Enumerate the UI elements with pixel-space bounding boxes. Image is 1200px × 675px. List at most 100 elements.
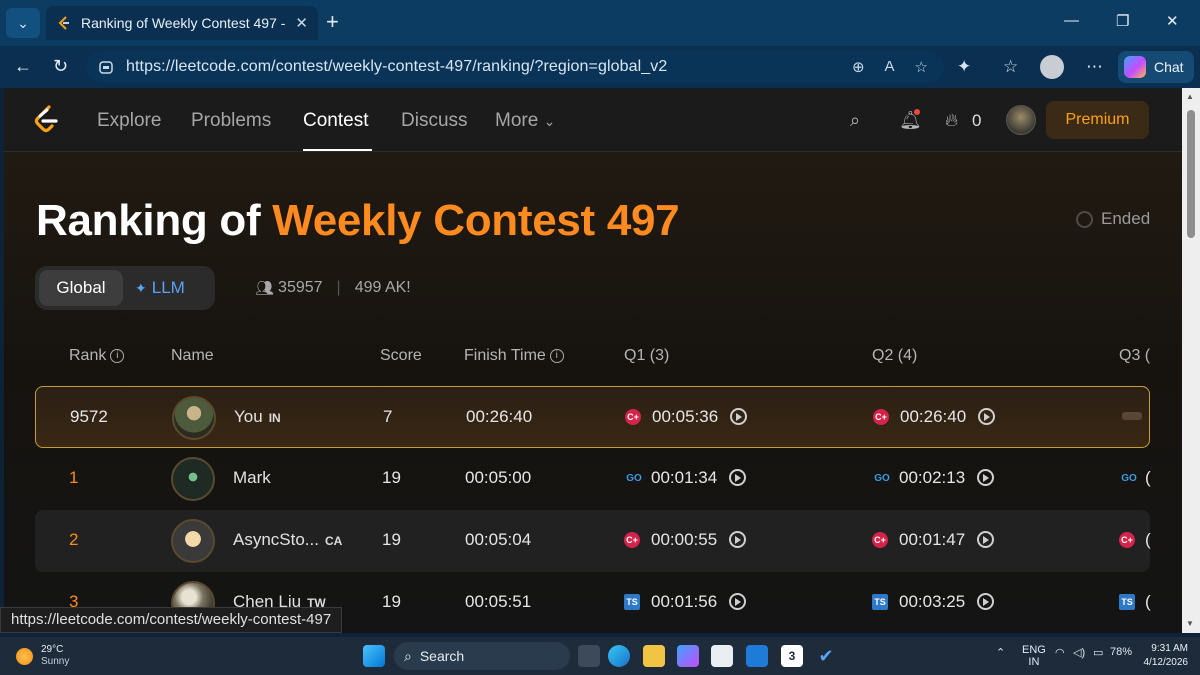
- todo-check-icon[interactable]: ✔: [815, 645, 837, 667]
- leetcode-logo-icon[interactable]: [32, 104, 60, 134]
- scrollbar-thumb[interactable]: [1187, 110, 1195, 238]
- clock-time: 9:31 AM: [1151, 643, 1188, 654]
- battery-icon[interactable]: ▭: [1093, 646, 1103, 659]
- score-cell: 19: [382, 468, 401, 487]
- dropbox-icon[interactable]: [746, 645, 768, 667]
- nav-contest[interactable]: Contest: [303, 110, 368, 132]
- copilot-app-icon[interactable]: [677, 645, 699, 667]
- segment-global[interactable]: Global: [39, 270, 123, 306]
- score-cell: 7: [383, 407, 393, 426]
- zoom-icon[interactable]: ⊕: [852, 58, 865, 76]
- play-submission-icon[interactable]: [977, 469, 994, 486]
- user-avatar[interactable]: [1006, 105, 1036, 135]
- streak-flame-icon[interactable]: 🔥︎: [945, 110, 958, 131]
- tray-chevron-up-icon[interactable]: ⌃: [996, 646, 1005, 659]
- q1-time-cell: 00:00:55: [651, 530, 718, 549]
- play-submission-icon[interactable]: [729, 469, 746, 486]
- favorite-star-icon[interactable]: ☆: [915, 58, 928, 76]
- play-submission-icon[interactable]: [730, 408, 747, 425]
- scroll-up-icon[interactable]: ▲: [1186, 92, 1194, 101]
- score-cell: 19: [382, 592, 401, 611]
- refresh-icon[interactable]: ↻: [53, 56, 68, 77]
- restore-icon[interactable]: ❐: [1116, 12, 1129, 30]
- table-row[interactable]: 2 AsyncSto... CA 19 00:05:04 C+ 00:00:55 C+ 00:0…: [35, 510, 1151, 572]
- participant-name-text: You: [234, 407, 263, 426]
- header-q1[interactable]: Q1 (3): [624, 347, 669, 365]
- country-code: CA: [324, 534, 343, 548]
- tab-actions-menu-button[interactable]: ⌄: [6, 8, 40, 38]
- finish-time-cell: 00:05:04: [465, 530, 532, 549]
- participants-icon: 👥︎: [255, 280, 275, 297]
- nav-problems[interactable]: Problems: [191, 110, 271, 132]
- system-clock[interactable]: 9:31 AM 4/12/2026: [1140, 642, 1189, 670]
- play-submission-icon[interactable]: [978, 408, 995, 425]
- participant-name[interactable]: Mark: [233, 468, 271, 488]
- browser-tab-active[interactable]: Ranking of Weekly Contest 497 - L ✕: [46, 6, 318, 40]
- link-status-tooltip: https://leetcode.com/contest/weekly-cont…: [0, 607, 343, 633]
- play-submission-icon[interactable]: [977, 593, 994, 610]
- search-icon[interactable]: ⌕: [850, 110, 860, 131]
- streak-count: 0: [972, 111, 982, 130]
- my-ranking-row[interactable]: 9572 You IN 7 00:26:40 C+ 00:05:36 C+ 00:26:40: [35, 386, 1150, 448]
- ts-language-icon: TS: [1119, 594, 1135, 610]
- taskbar-search[interactable]: ⌕ Search: [394, 642, 570, 670]
- profile-avatar-icon[interactable]: [1040, 55, 1064, 79]
- premium-button[interactable]: Premium: [1046, 101, 1149, 139]
- app-badge-icon[interactable]: 3: [781, 645, 803, 667]
- nav-explore[interactable]: Explore: [97, 110, 161, 132]
- participant-name[interactable]: You IN: [234, 407, 281, 427]
- table-row[interactable]: 1 Mark 19 00:05:00 GO 00:01:34 GO 00:02:13 GO (: [35, 448, 1151, 510]
- badge-count: 3: [788, 649, 796, 663]
- q3-pending-indicator: [1122, 412, 1142, 420]
- input-language[interactable]: ENG IN: [1022, 644, 1046, 668]
- nav-more-label: More: [495, 110, 539, 131]
- play-submission-icon[interactable]: [729, 531, 746, 548]
- chevron-down-icon: ⌄: [543, 113, 556, 129]
- header-q2[interactable]: Q2 (4): [872, 347, 917, 365]
- address-bar[interactable]: https://leetcode.com/contest/weekly-cont…: [86, 51, 944, 83]
- ranking-segment-control: Global ✦ LLM: [35, 266, 215, 310]
- status-label: Ended: [1101, 209, 1151, 228]
- info-icon[interactable]: i: [110, 349, 125, 363]
- volume-icon[interactable]: ◁): [1073, 646, 1085, 659]
- search-icon: ⌕: [404, 647, 412, 664]
- nav-more[interactable]: More ⌄: [495, 110, 555, 132]
- file-explorer-icon[interactable]: [643, 645, 665, 667]
- tab-title: Ranking of Weekly Contest 497 - L: [81, 15, 290, 31]
- extensions-icon[interactable]: ✦: [957, 57, 971, 77]
- more-options-icon[interactable]: ⋯: [1086, 57, 1103, 77]
- contest-name-link[interactable]: Weekly Contest 497: [272, 196, 679, 245]
- read-aloud-icon[interactable]: A: [885, 58, 895, 76]
- store-icon[interactable]: [711, 645, 733, 667]
- new-tab-button[interactable]: +: [326, 10, 339, 34]
- divider: |: [336, 279, 341, 296]
- avatar[interactable]: [171, 457, 215, 501]
- back-arrow-icon[interactable]: ←: [14, 56, 32, 77]
- play-submission-icon[interactable]: [729, 593, 746, 610]
- scroll-down-icon[interactable]: ▼: [1186, 619, 1194, 628]
- task-view-icon[interactable]: [578, 645, 600, 667]
- start-windows-icon[interactable]: [363, 645, 385, 667]
- sun-icon: [16, 647, 33, 665]
- nav-discuss[interactable]: Discuss: [401, 110, 468, 132]
- favorites-icon[interactable]: ☆: [1003, 57, 1018, 77]
- finish-time-cell: 00:05:00: [465, 468, 532, 487]
- copilot-chat-button[interactable]: Chat: [1118, 51, 1194, 83]
- edge-browser-icon[interactable]: [608, 645, 630, 667]
- info-icon[interactable]: i: [549, 349, 564, 363]
- clock-date: 4/12/2026: [1143, 657, 1189, 668]
- close-window-icon[interactable]: ✕: [1166, 12, 1179, 30]
- segment-llm[interactable]: ✦ LLM: [135, 270, 209, 306]
- ts-language-icon: TS: [624, 594, 640, 610]
- avatar[interactable]: [171, 519, 215, 563]
- participant-name[interactable]: AsyncSto... CA: [233, 530, 342, 550]
- header-q3[interactable]: Q3 (: [1119, 347, 1150, 365]
- minimize-icon[interactable]: —: [1064, 12, 1079, 29]
- close-tab-icon[interactable]: ✕: [295, 14, 308, 32]
- avatar[interactable]: [172, 396, 216, 440]
- site-info-icon[interactable]: [98, 59, 114, 75]
- play-submission-icon[interactable]: [977, 531, 994, 548]
- weather-widget[interactable]: 29°C Sunny: [16, 644, 69, 668]
- wifi-icon[interactable]: ◠: [1055, 646, 1065, 659]
- page-scrollbar[interactable]: ▲ ▼: [1182, 88, 1200, 633]
